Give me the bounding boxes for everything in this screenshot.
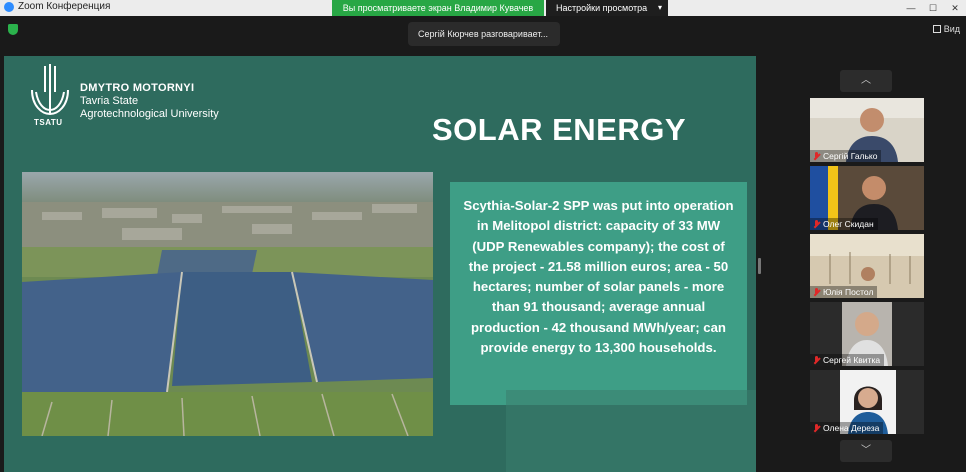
window-titlebar: Zoom Конференция Вы просматриваете экран… — [0, 0, 966, 16]
participant-tile[interactable]: Сергій Галько — [810, 98, 924, 162]
participant-name: Сергей Квитка — [823, 355, 881, 365]
slide-decoration — [506, 390, 756, 472]
chevron-down-icon: ▾ — [657, 3, 662, 12]
participant-name: Олег Скидан — [823, 219, 874, 229]
window-controls: — ☐ ✕ — [900, 0, 966, 16]
app-title: Zoom Конференция — [4, 1, 110, 12]
maximize-button[interactable]: ☐ — [922, 0, 944, 16]
view-options-button[interactable]: Настройки просмотра ▾ — [546, 0, 668, 16]
participant-name-bar: Юлія Постол — [810, 286, 878, 298]
shared-screen-slide: TSATU DMYTRO MOTORNYI Tavria State Agrot… — [4, 56, 756, 472]
university-name-line1: DMYTRO MOTORNYI — [80, 82, 195, 94]
minimize-button[interactable]: — — [900, 0, 922, 16]
view-options-label: Настройки просмотра — [556, 3, 648, 13]
participant-tile[interactable]: Сергей Квитка — [810, 302, 924, 366]
university-name-line2: Tavria State — [80, 95, 139, 107]
university-name-line3: Agrotechnological University — [80, 108, 219, 120]
slide-title: SOLAR ENERGY — [432, 112, 687, 147]
slide-body-text: Scythia-Solar-2 SPP was put into operati… — [463, 198, 734, 356]
encryption-shield-icon[interactable] — [8, 24, 18, 35]
grid-icon — [932, 25, 941, 33]
participant-name: Юлія Постол — [823, 287, 874, 297]
participant-name-bar: Сергей Квитка — [810, 354, 885, 366]
scroll-down-button[interactable]: ﹀ — [840, 440, 892, 462]
chevron-down-icon: ﹀ — [861, 445, 871, 456]
screen-share-banner: Вы просматриваете экран Владимир Кувачев — [332, 0, 544, 16]
participant-tile[interactable]: Олена Дереза — [810, 370, 924, 434]
participant-name: Олена Дереза — [823, 423, 880, 433]
view-button[interactable]: Вид — [932, 24, 960, 34]
zoom-logo-icon — [4, 1, 14, 12]
participant-tile[interactable]: Олег Скидан — [810, 166, 924, 230]
tsatu-wheat-logo-icon — [31, 64, 69, 116]
mic-muted-icon — [813, 219, 820, 229]
panel-resize-handle[interactable] — [758, 258, 761, 274]
slide-body-textbox: Scythia-Solar-2 SPP was put into operati… — [450, 182, 747, 405]
mic-muted-icon — [813, 355, 820, 365]
mic-muted-icon — [813, 151, 820, 161]
participant-name-bar: Олег Скидан — [810, 218, 878, 230]
mic-muted-icon — [813, 287, 820, 297]
active-speaker-toast: Сергій Кюрчев разговаривает... — [408, 22, 560, 46]
participant-name-bar: Сергій Галько — [810, 150, 882, 162]
app-title-text: Zoom Конференция — [18, 1, 111, 12]
scroll-up-button[interactable]: ︿ — [840, 70, 892, 92]
tsatu-logo-text: TSATU — [34, 118, 63, 127]
close-button[interactable]: ✕ — [944, 0, 966, 16]
participant-tile[interactable]: Юлія Постол — [810, 234, 924, 298]
participant-name: Сергій Галько — [823, 151, 878, 161]
participant-name-bar: Олена Дереза — [810, 422, 884, 434]
solar-plant-aerial-photo — [22, 172, 433, 436]
mic-muted-icon — [813, 423, 820, 433]
chevron-up-icon: ︿ — [861, 75, 871, 86]
view-button-label: Вид — [943, 24, 960, 34]
